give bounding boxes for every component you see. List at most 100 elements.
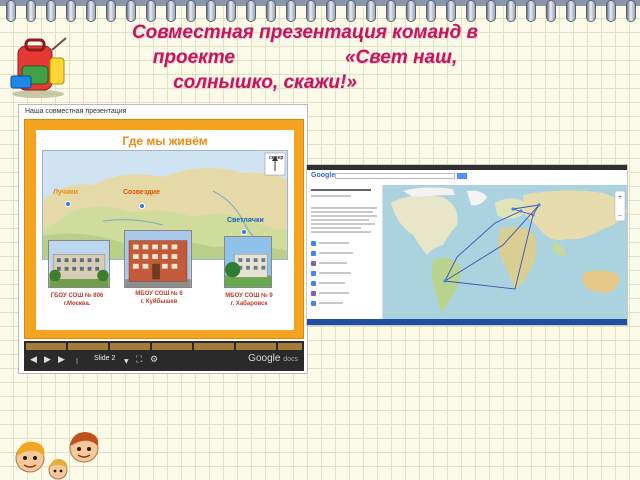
spiral-ring (26, 0, 36, 22)
gmap-logo: Google (311, 172, 336, 179)
presentation-viewer[interactable]: Наша совместная презентация Где мы живём… (18, 104, 308, 374)
map-pin-khabarovsk (241, 229, 247, 235)
gmap-search-input[interactable] (335, 173, 455, 179)
panel-line (319, 252, 353, 254)
title-line-1: Совместная презентация команд в (131, 22, 479, 43)
prev-slide-icon[interactable]: ◀ (30, 355, 37, 365)
svg-text:+: + (617, 194, 622, 201)
title-line-3: солнышко, скажи!» (173, 72, 357, 93)
route-icon[interactable] (311, 291, 316, 296)
school-label-2: МБОУ СОШ № 6 г. Куйбышев (124, 290, 194, 306)
world-map-graphic: + − (391, 187, 627, 313)
chevron-down-icon[interactable]: ▼ (124, 357, 129, 367)
spiral-ring (286, 0, 296, 22)
spiral-ring (466, 0, 476, 22)
school-1-city: г.Москва. (63, 301, 91, 307)
viewer-toolbar: ◀ ▶ ▶ | Slide 2 ▼ ⛶ ⚙ Google docs (24, 341, 304, 371)
google-docs-logo: Google docs (248, 353, 298, 364)
spiral-ring (386, 0, 396, 22)
school-label-1: ГБОУ СОШ № 806 г.Москва. (42, 292, 112, 308)
spiral-band (0, 0, 640, 6)
panel-line (311, 227, 361, 229)
google-map-screenshot[interactable]: Google + − (306, 164, 628, 326)
panel-line (319, 262, 347, 264)
placemark-icon[interactable] (311, 241, 316, 246)
slide: Где мы живём север Лучики Созвездие Свет… (36, 130, 294, 330)
panel-line (319, 272, 351, 274)
spiral-ring (326, 0, 336, 22)
fullscreen-icon[interactable]: ⛶ (136, 355, 142, 365)
spiral-ring (226, 0, 236, 22)
spiral-ring (266, 0, 276, 22)
school-3-name: МБОУ СОШ № 9 (225, 293, 273, 299)
panel-line (319, 302, 343, 304)
page-title: Совместная презентация команд в проекте «… (70, 20, 540, 95)
backpack-icon (10, 37, 67, 98)
spiral-ring (566, 0, 576, 22)
settings-icon[interactable]: ⚙ (150, 355, 158, 365)
spiral-ring (446, 0, 456, 22)
panel-line (311, 223, 375, 225)
separator-icon: | (76, 358, 79, 365)
panel-line (319, 242, 349, 244)
gmap-world-map[interactable]: + − (383, 185, 627, 321)
spiral-ring (146, 0, 156, 22)
panel-line (319, 282, 345, 284)
next-slide-icon[interactable]: ▶ (58, 355, 65, 365)
viewer-caption: Наша совместная презентация (25, 108, 127, 115)
panel-line (311, 215, 377, 217)
spiral-ring (506, 0, 516, 22)
placemark-icon[interactable] (311, 251, 316, 256)
school-label-3: МБОУ СОШ № 9 г. Хабаровск (212, 292, 286, 308)
gmap-topbar (307, 165, 627, 170)
school-photo-3 (224, 236, 272, 288)
spiral-ring (626, 0, 636, 22)
school-2-city: г. Куйбышев (140, 299, 178, 305)
slide-number[interactable]: Slide 2 (94, 355, 115, 362)
google-brand: Google (248, 353, 281, 364)
spiral-ring (86, 0, 96, 22)
placemark-icon[interactable] (311, 301, 316, 306)
map-pin-moscow (65, 201, 71, 207)
route-icon[interactable] (311, 261, 316, 266)
spiral-ring (106, 0, 116, 22)
school-3-city: г. Хабаровск (230, 301, 268, 307)
map-north-label: север (269, 155, 284, 161)
placemark-icon[interactable] (311, 271, 316, 276)
slide-frame: Где мы живём север Лучики Созвездие Свет… (24, 119, 304, 339)
title-line-2: проекте «Свет наш, (70, 45, 540, 70)
gmap-side-panel (307, 185, 383, 321)
map-label-team-b: Созвездие (123, 189, 160, 196)
spiral-ring (346, 0, 356, 22)
spiral-ring (526, 0, 536, 22)
panel-line (311, 195, 351, 197)
spiral-ring (66, 0, 76, 22)
viewer-link-strip[interactable] (26, 343, 302, 350)
school-photo-1 (48, 240, 110, 288)
spiral-ring (206, 0, 216, 22)
school-2-name: МБОУ СОШ № 6 (135, 291, 183, 297)
spiral-ring (126, 0, 136, 22)
title-line-2b: «Свет наш, (344, 47, 458, 68)
school-photo-2 (124, 230, 192, 288)
spiral-ring (426, 0, 436, 22)
panel-line (311, 219, 369, 221)
spiral-ring (166, 0, 176, 22)
school-1-name: ГБОУ СОШ № 806 (50, 293, 104, 299)
spiral-ring (46, 0, 56, 22)
panel-line (319, 292, 349, 294)
spiral-ring (546, 0, 556, 22)
title-line-2a: проекте (152, 47, 235, 68)
play-icon[interactable]: ▶ (44, 355, 51, 365)
spiral-ring (486, 0, 496, 22)
spiral-ring (306, 0, 316, 22)
gmap-search-button[interactable] (457, 173, 467, 179)
spiral-ring (246, 0, 256, 22)
panel-heading (311, 189, 371, 191)
slide-title: Где мы живём (122, 134, 208, 148)
map-label-team-a: Лучики (53, 189, 78, 196)
spiral-ring (586, 0, 596, 22)
placemark-icon[interactable] (311, 281, 316, 286)
spiral-ring (186, 0, 196, 22)
panel-line (311, 231, 371, 233)
